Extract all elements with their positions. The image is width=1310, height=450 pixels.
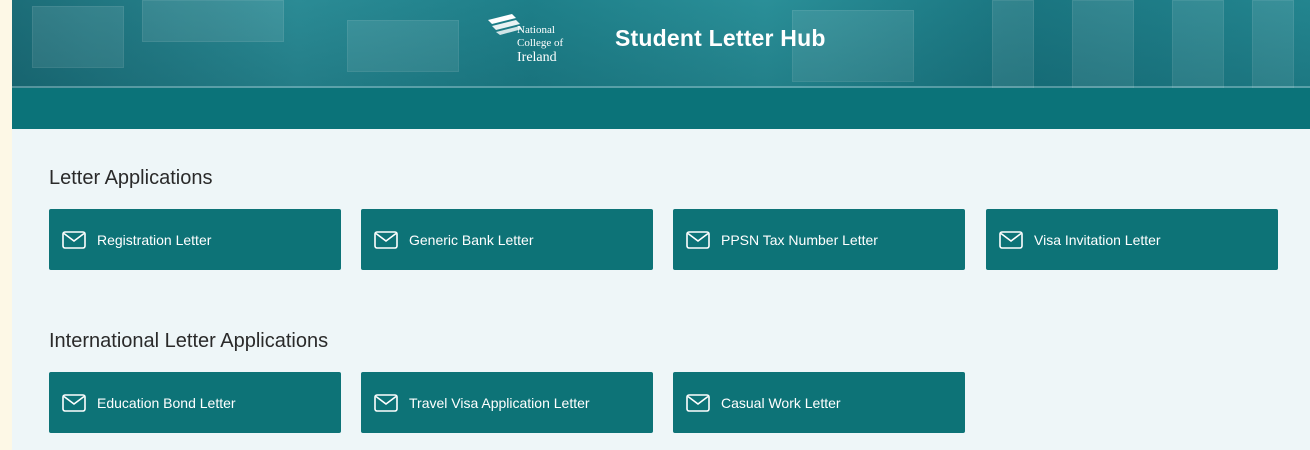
page-container: National College of Ireland Student Lett… xyxy=(12,0,1310,450)
section-title-international-letter-applications: International Letter Applications xyxy=(49,330,329,352)
nav-band xyxy=(12,88,1310,129)
card-label: Casual Work Letter xyxy=(721,394,841,411)
logo-line-1: National xyxy=(517,24,555,36)
envelope-icon xyxy=(999,230,1023,249)
nci-logo-text: National College of Ireland xyxy=(517,24,587,65)
page-title: Student Letter Hub xyxy=(615,25,826,51)
registration-letter-button[interactable]: Registration Letter xyxy=(49,209,341,270)
education-bond-letter-button[interactable]: Education Bond Letter xyxy=(49,372,341,433)
envelope-icon xyxy=(374,393,398,412)
card-label: Travel Visa Application Letter xyxy=(409,394,590,411)
envelope-icon xyxy=(686,230,710,249)
generic-bank-letter-button[interactable]: Generic Bank Letter xyxy=(361,209,653,270)
header-banner: National College of Ireland Student Lett… xyxy=(12,0,1310,88)
visa-invitation-letter-button[interactable]: Visa Invitation Letter xyxy=(986,209,1278,270)
card-label: Registration Letter xyxy=(97,231,212,248)
envelope-icon xyxy=(62,230,86,249)
casual-work-letter-button[interactable]: Casual Work Letter xyxy=(673,372,965,433)
card-label: Education Bond Letter xyxy=(97,394,236,411)
ppsn-tax-number-letter-button[interactable]: PPSN Tax Number Letter xyxy=(673,209,965,270)
logo-line-3: Ireland xyxy=(517,50,557,65)
envelope-icon xyxy=(686,393,710,412)
card-label: Visa Invitation Letter xyxy=(1034,231,1161,248)
envelope-icon xyxy=(62,393,86,412)
logo-line-2: College of xyxy=(517,37,564,49)
section-title-letter-applications: Letter Applications xyxy=(49,167,213,189)
travel-visa-application-letter-button[interactable]: Travel Visa Application Letter xyxy=(361,372,653,433)
envelope-icon xyxy=(374,230,398,249)
card-label: Generic Bank Letter xyxy=(409,231,534,248)
card-label: PPSN Tax Number Letter xyxy=(721,231,878,248)
